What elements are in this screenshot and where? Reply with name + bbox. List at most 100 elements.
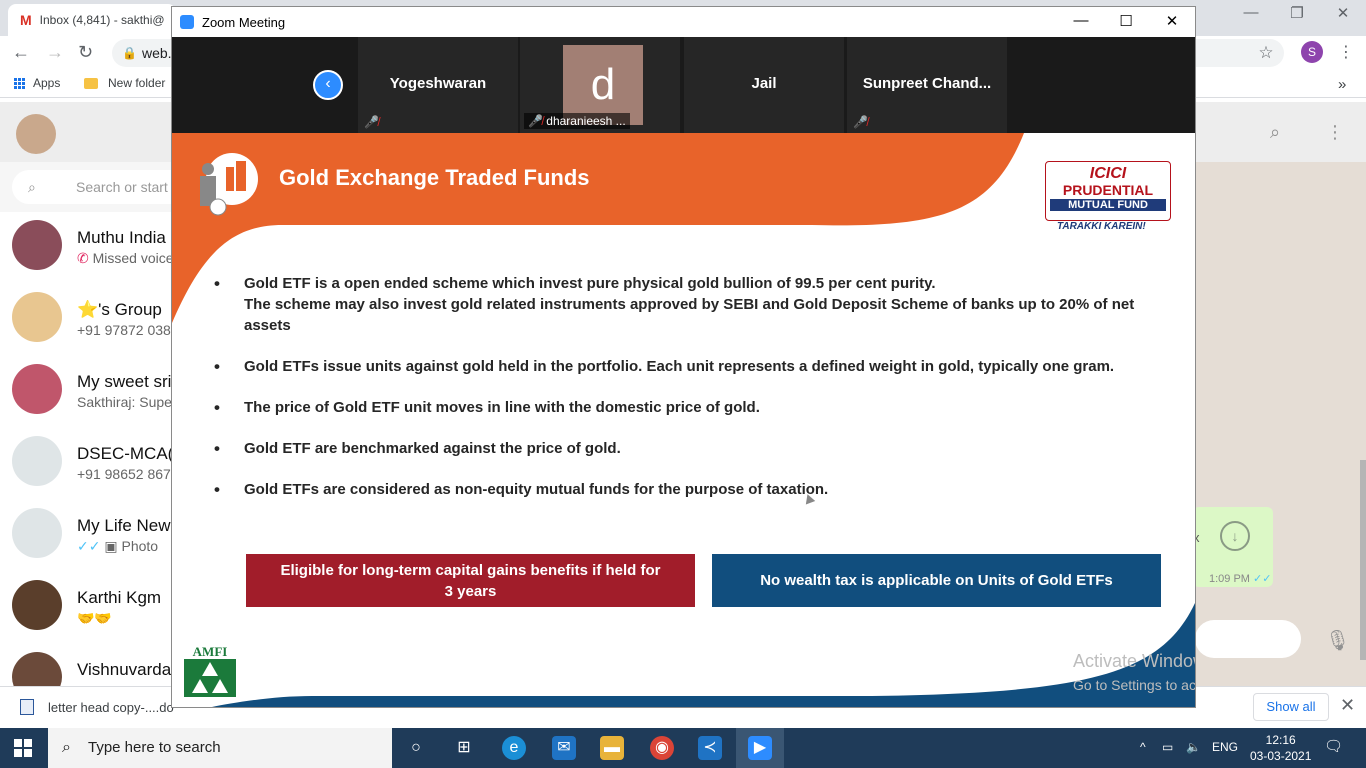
tab-title: Inbox (4,841) - sakthi@: [39, 13, 165, 27]
show-all-button[interactable]: Show all: [1253, 693, 1329, 721]
task-view-icon[interactable]: ⊞: [452, 736, 476, 760]
bullet-text-continued: The scheme may also invest gold related …: [244, 296, 1135, 334]
maximize-button[interactable]: ☐: [1103, 12, 1149, 30]
mail-icon[interactable]: ✉: [552, 736, 576, 760]
default-avatar-icon: [12, 508, 62, 558]
taskbar-search-box[interactable]: ⌕ Type here to search: [48, 728, 392, 768]
tray-overflow-chevron-icon[interactable]: ^: [1140, 740, 1146, 754]
chat-item[interactable]: Karthi Kgm 🤝🤝: [0, 572, 172, 644]
minimize-button[interactable]: —: [1058, 12, 1104, 29]
download-arrow-icon[interactable]: ↓: [1220, 521, 1250, 551]
my-avatar[interactable]: [16, 114, 56, 154]
wealth-tax-box: No wealth tax is applicable on Units of …: [712, 554, 1161, 607]
chat-name: DSEC-MCA(2: [77, 444, 172, 463]
muted-mic-icon: 🎤̸: [364, 115, 379, 129]
chrome-icon[interactable]: ◉: [650, 736, 674, 760]
whatsapp-search-area: ⌕ Search or start: [0, 162, 212, 212]
chat-item[interactable]: Vishnuvardar: [0, 644, 172, 686]
edge-browser-icon[interactable]: e: [502, 736, 526, 760]
forward-arrow-icon[interactable]: →: [46, 42, 64, 63]
vscode-icon[interactable]: ≺: [698, 736, 722, 760]
battery-icon[interactable]: ▭: [1162, 740, 1173, 754]
slide-title: Gold Exchange Traded Funds: [279, 165, 590, 190]
language-indicator[interactable]: ENG: [1212, 740, 1238, 754]
download-item[interactable]: letter head copy-....do: [20, 699, 174, 715]
bullet-text: Gold ETFs are considered as non-equity m…: [244, 481, 829, 498]
chat-preview-text: Photo: [121, 538, 159, 554]
gmail-icon: M: [20, 12, 32, 28]
volume-icon[interactable]: 🔈: [1186, 740, 1201, 754]
chat-avatar: [12, 292, 62, 342]
gmail-tab[interactable]: M Inbox (4,841) - sakthi@: [8, 4, 176, 36]
file-explorer-icon[interactable]: ▬: [600, 736, 624, 760]
profile-avatar[interactable]: S: [1301, 41, 1323, 63]
apps-grid-icon: [14, 77, 25, 89]
scrollbar[interactable]: [1360, 460, 1366, 660]
participant-tile[interactable]: d 🎤̸ dharanieesh ...: [520, 37, 680, 133]
chat-name: My Life New: [77, 516, 171, 535]
system-clock[interactable]: 12:16 03-03-2021: [1250, 732, 1311, 764]
bookmark-apps-label: Apps: [33, 76, 61, 90]
close-button[interactable]: ✕: [1149, 12, 1195, 30]
zoom-app-icon[interactable]: ▶: [748, 736, 772, 760]
previous-page-chevron-icon[interactable]: ‹: [313, 70, 343, 100]
search-icon[interactable]: ⌕: [1270, 122, 1280, 143]
bullet-list: Gold ETF is a open ended scheme which in…: [214, 273, 1144, 500]
participant-name: Sunpreet Chand...: [862, 75, 992, 92]
chat-list: Muthu India ✆ Missed voice ⭐'s Group +91…: [0, 212, 172, 686]
clock-date: 03-03-2021: [1250, 749, 1312, 763]
bookmark-star-icon[interactable]: ☆: [1248, 39, 1284, 67]
bubble-time: 1:09 PM ✓✓: [1209, 572, 1271, 585]
chat-item[interactable]: ⭐'s Group +91 97872 038: [0, 284, 172, 356]
bookmark-overflow-chevron[interactable]: »: [1338, 76, 1346, 93]
shared-screen-slide: Gold Exchange Traded Funds ICICI PRUDENT…: [172, 133, 1195, 707]
bullet-text: Gold ETF is a open ended scheme which in…: [244, 275, 936, 292]
investor-building-icon: [200, 153, 258, 216]
bookmark-folder-label: New folder: [108, 76, 166, 90]
zoom-meeting-window: Zoom Meeting — ☐ ✕ ‹ Yogeshwaran 🎤̸ d 🎤̸…: [171, 6, 1196, 708]
taskbar-search-placeholder: Type here to search: [88, 739, 221, 756]
participant-gallery: ‹ Yogeshwaran 🎤̸ d 🎤̸ dharanieesh ... Ja…: [172, 37, 1195, 133]
participant-tile[interactable]: Yogeshwaran 🎤̸: [358, 37, 518, 133]
participant-tile[interactable]: Jail: [684, 37, 844, 133]
group-avatar-icon: [12, 436, 62, 486]
chat-item[interactable]: Muthu India ✆ Missed voice: [0, 212, 172, 284]
logo-line-1: ICICI: [1089, 165, 1127, 182]
icici-prudential-logo: ICICI PRUDENTIAL MUTUAL FUND: [1045, 161, 1171, 221]
ltcg-benefit-box: Eligible for long-term capital gains ben…: [246, 554, 695, 607]
microphone-icon[interactable]: 🎙: [1325, 628, 1350, 653]
reload-icon[interactable]: ↻: [78, 42, 93, 63]
message-input[interactable]: [1195, 620, 1301, 658]
close-icon[interactable]: ✕: [1340, 695, 1355, 716]
bookmark-apps[interactable]: Apps: [14, 76, 60, 90]
url-text: web.: [142, 45, 172, 61]
amfi-logo: AMFI: [184, 645, 236, 697]
windows-start-icon[interactable]: [14, 739, 32, 757]
back-arrow-icon[interactable]: ←: [12, 42, 30, 63]
chat-item[interactable]: My sweet sri Sakthiraj: Super: [0, 356, 172, 428]
bookmark-new-folder[interactable]: New folder: [84, 76, 165, 90]
chrome-menu-icon[interactable]: ⋮: [1338, 42, 1354, 62]
missed-call-icon: ✆: [77, 250, 93, 266]
word-document-icon: [20, 699, 34, 715]
bullet-item: Gold ETF are benchmarked against the pri…: [214, 438, 1144, 459]
bubble-time-text: 1:09 PM: [1209, 573, 1250, 585]
participant-name: Jail: [751, 75, 777, 92]
chat-item[interactable]: My Life New ✓✓ ▣ Photo: [0, 500, 172, 572]
menu-dots-icon[interactable]: ⋮: [1326, 122, 1344, 143]
chat-preview: ✓✓ ▣ Photo: [77, 538, 158, 555]
chat-preview: Sakthiraj: Super: [77, 394, 172, 410]
activate-windows-watermark: Activate Windows: [1073, 651, 1195, 671]
notifications-icon[interactable]: 🗨: [1324, 737, 1343, 755]
participant-tile[interactable]: Sunpreet Chand... 🎤̸: [847, 37, 1007, 133]
double-check-icon: ✓✓: [1253, 573, 1272, 585]
chat-name: ⭐'s Group: [77, 300, 162, 319]
chrome-close-button[interactable]: ✕: [1320, 4, 1366, 22]
muted-mic-icon: 🎤̸: [853, 115, 868, 129]
cortana-icon[interactable]: ○: [404, 736, 428, 760]
lock-icon: 🔒: [122, 46, 137, 60]
chat-item[interactable]: DSEC-MCA(2 +91 98652 867: [0, 428, 172, 500]
chrome-minimize-button[interactable]: —: [1228, 4, 1274, 21]
zoom-logo-icon: [180, 15, 194, 29]
chrome-restore-button[interactable]: ❐: [1274, 4, 1320, 22]
